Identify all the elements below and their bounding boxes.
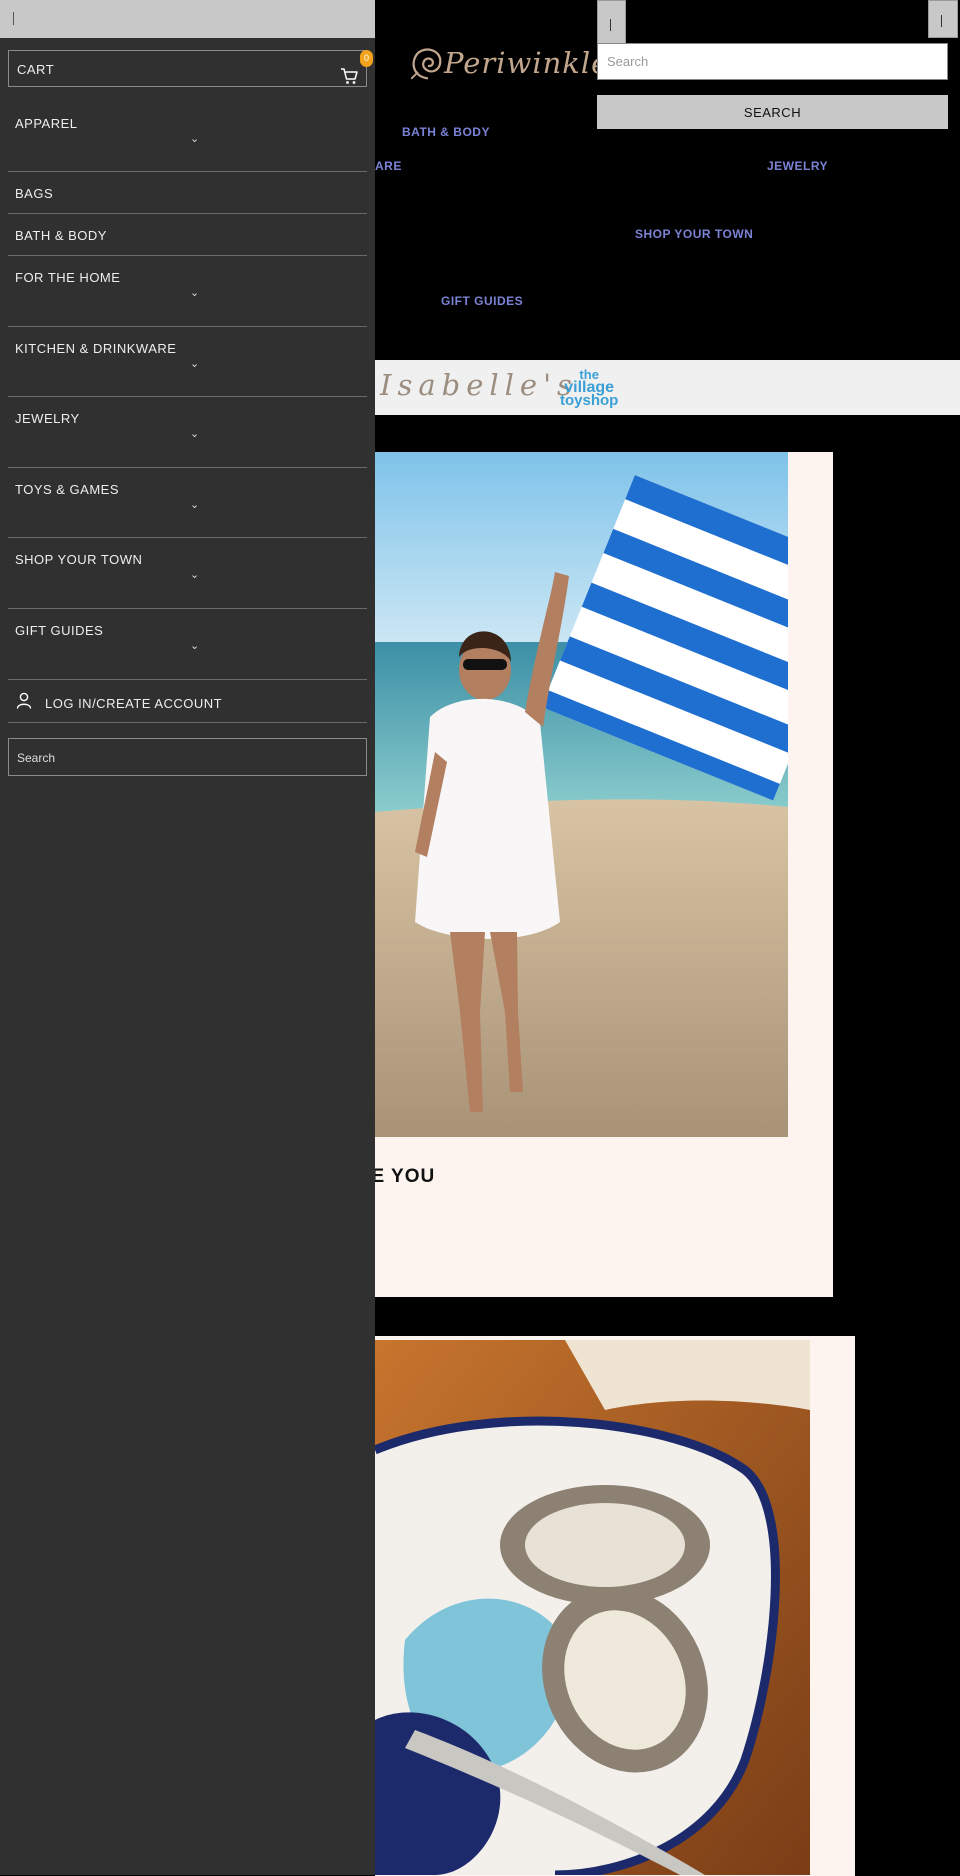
chevron-down-icon[interactable]: ⌄ — [190, 498, 199, 511]
menu-label: APPAREL — [15, 116, 78, 131]
cart-icon — [341, 68, 358, 84]
drawer-menu-gift-guides[interactable]: GIFT GUIDES ⌄ — [8, 609, 367, 680]
toyshop-line-3: toyshop — [560, 392, 619, 409]
cart-label: CART — [17, 62, 55, 77]
cart-count-badge: 0 — [360, 50, 373, 67]
stores-banner[interactable]: Isabelle's the village toyshop — [375, 360, 960, 415]
chevron-down-icon[interactable]: ⌄ — [190, 132, 199, 145]
nav-kitchen-drinkware[interactable]: ARE — [375, 159, 402, 173]
feature-photo-oysters[interactable] — [375, 1340, 810, 1875]
beach-photo-image — [375, 452, 788, 1137]
feature-card-title[interactable]: OVE YOU — [375, 1166, 575, 1188]
drawer-menu-jewelry[interactable]: JEWELRY ⌄ — [8, 397, 367, 468]
feature-photo-beach[interactable] — [375, 452, 788, 1137]
drawer-menu-apparel[interactable]: APPAREL ⌄ — [8, 102, 367, 172]
oyster-photo-image — [375, 1340, 810, 1875]
chevron-down-icon[interactable]: ⌄ — [190, 639, 199, 652]
menu-label: SHOP YOUR TOWN — [15, 552, 143, 567]
chevron-down-icon[interactable]: ⌄ — [190, 357, 199, 370]
drawer-menu-for-the-home[interactable]: FOR THE HOME ⌄ — [8, 256, 367, 327]
nav-shop-your-town[interactable]: SHOP YOUR TOWN — [635, 227, 753, 241]
drawer-menu-kitchen-drinkware[interactable]: KITCHEN & DRINKWARE ⌄ — [8, 327, 367, 397]
drawer-search-field[interactable]: Search — [8, 738, 367, 776]
menu-label: KITCHEN & DRINKWARE — [15, 341, 177, 356]
menu-label: BAGS — [15, 186, 54, 201]
drawer-menu-bath-body[interactable]: BATH & BODY — [8, 214, 367, 256]
menu-label: FOR THE HOME — [15, 270, 121, 285]
user-icon — [16, 692, 32, 709]
drawer-search-label: Search — [17, 751, 56, 765]
cart-button[interactable]: CART 0 — [8, 50, 373, 87]
drawer-menu-bags[interactable]: BAGS — [8, 172, 367, 214]
isabelles-logo: Isabelle's — [380, 368, 578, 402]
chevron-down-icon[interactable]: ⌄ — [190, 427, 199, 440]
nav-gift-guides[interactable]: GIFT GUIDES — [441, 294, 523, 308]
side-drawer: CART 0 APPAREL ⌄ BAGS BATH & BODY FOR TH… — [0, 0, 375, 1875]
drawer-close-bar[interactable] — [0, 0, 375, 38]
login-create-account-link[interactable]: LOG IN/CREATE ACCOUNT — [8, 680, 367, 723]
menu-label: GIFT GUIDES — [15, 623, 104, 638]
village-toyshop-logo: the village toyshop — [560, 368, 619, 409]
chevron-down-icon[interactable]: ⌄ — [190, 286, 199, 299]
chevron-down-icon[interactable]: ⌄ — [190, 568, 199, 581]
menu-label: BATH & BODY — [15, 228, 107, 243]
drawer-menu-toys-games[interactable]: TOYS & GAMES ⌄ — [8, 468, 367, 538]
nav-jewelry[interactable]: JEWELRY — [767, 159, 828, 173]
login-label: LOG IN/CREATE ACCOUNT — [45, 696, 223, 711]
drawer-menu-shop-your-town[interactable]: SHOP YOUR TOWN ⌄ — [8, 538, 367, 609]
menu-label: JEWELRY — [15, 411, 80, 426]
menu-label: TOYS & GAMES — [15, 482, 120, 497]
